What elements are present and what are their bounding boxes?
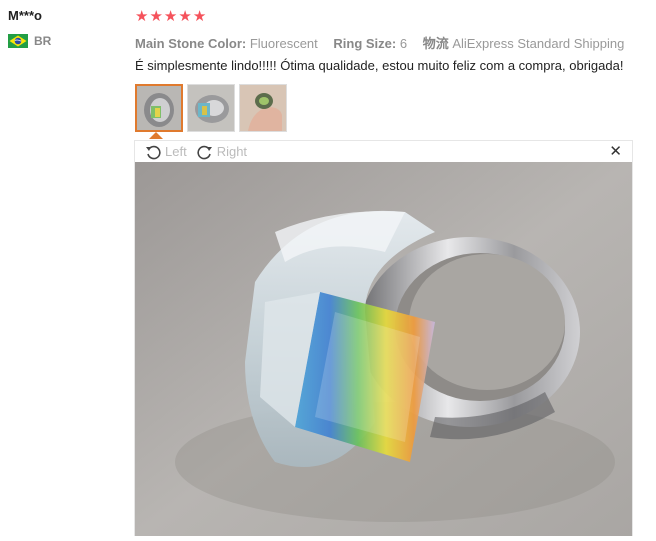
review-thumbnail[interactable] [135, 84, 183, 132]
star-icon: ★ [178, 8, 192, 25]
close-icon[interactable]: ✕ [609, 142, 622, 160]
attr-shipping: 物流 AliExpress Standard Shipping [422, 36, 625, 51]
rotate-left-icon [146, 145, 161, 159]
star-rating: ★ ★ ★ ★ ★ [135, 9, 206, 25]
attr-ring-size: Ring Size: 6 [333, 36, 408, 51]
image-viewer: Left Right ✕ [134, 140, 633, 536]
rotate-right-icon [197, 145, 212, 159]
active-thumbnail-indicator [149, 132, 163, 139]
star-icon: ★ [192, 8, 207, 25]
star-icon: ★ [163, 8, 178, 25]
review-thumbnail[interactable] [187, 84, 235, 132]
country-code: BR [34, 34, 52, 48]
star-icon: ★ [149, 8, 163, 25]
product-attributes: Main Stone Color: Fluorescent Ring Size:… [135, 33, 636, 52]
rotate-right-button[interactable]: Right [197, 144, 247, 160]
reviewer-name: M***o [8, 8, 42, 23]
attr-stone-color: Main Stone Color: Fluorescent [135, 36, 318, 51]
rotate-right-label: Right [216, 144, 248, 159]
reviewer-country: BR [8, 34, 51, 48]
rotate-left-label: Left [165, 144, 187, 159]
viewer-toolbar: Left Right ✕ [135, 141, 632, 162]
review-thumbnail[interactable] [239, 84, 287, 132]
rotate-left-button[interactable]: Left [145, 144, 187, 160]
star-icon: ★ [135, 8, 149, 25]
review-thumbnails [135, 84, 287, 132]
review-text: É simplesmente lindo!!!!! Ótima qualidad… [135, 58, 624, 73]
review-photo [135, 162, 632, 536]
brazil-flag-icon [8, 34, 28, 48]
